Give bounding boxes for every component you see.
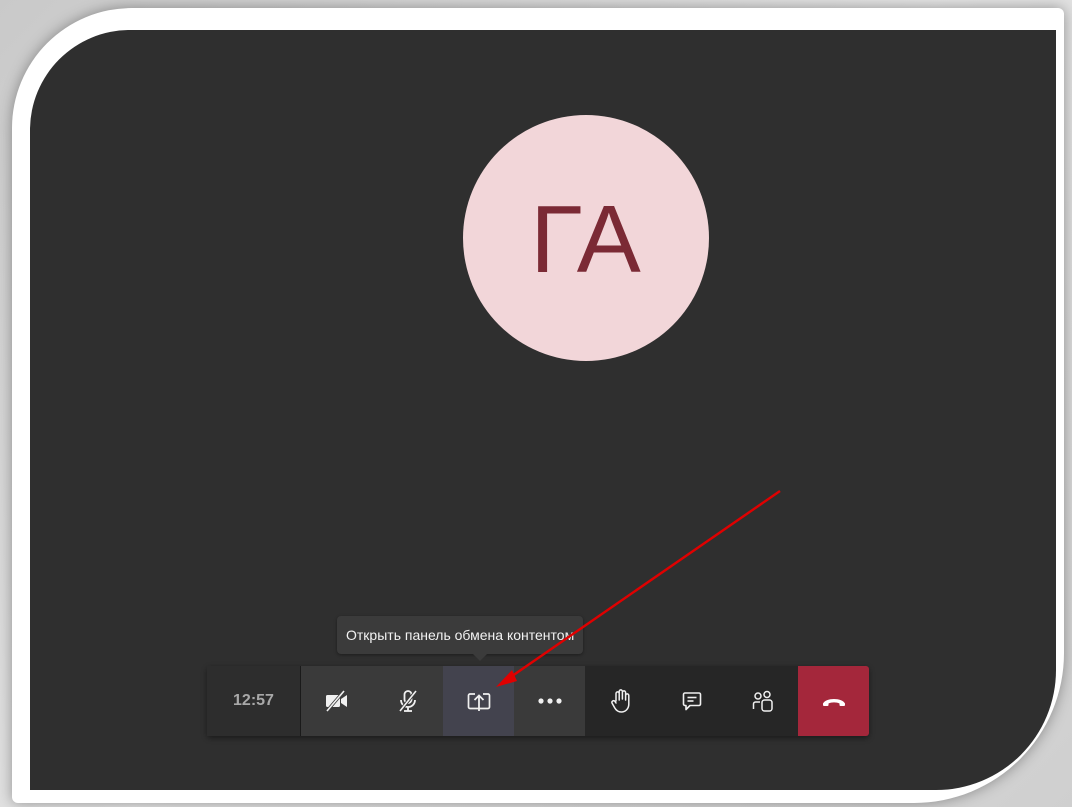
participants-button[interactable] — [727, 666, 798, 736]
hang-up-button[interactable] — [798, 666, 869, 736]
chat-button[interactable] — [656, 666, 727, 736]
call-controls-toolbar: 12:57 — [207, 666, 869, 736]
share-screen-icon — [467, 690, 491, 712]
mic-toggle-button[interactable] — [372, 666, 443, 736]
chat-icon — [681, 690, 703, 712]
meeting-stage: ГА Открыть панель обмена контентом 12:57 — [30, 30, 1056, 790]
raise-hand-icon — [610, 688, 632, 714]
camera-toggle-button[interactable] — [301, 666, 372, 736]
raise-hand-button[interactable] — [585, 666, 656, 736]
share-content-button[interactable] — [443, 666, 514, 736]
video-off-icon — [324, 690, 350, 712]
more-options-button[interactable] — [514, 666, 585, 736]
call-timer: 12:57 — [207, 666, 301, 736]
mic-off-icon — [396, 689, 420, 713]
participants-icon — [751, 689, 775, 713]
participant-avatar: ГА — [463, 115, 709, 361]
share-tooltip: Открыть панель обмена контентом — [337, 616, 584, 661]
avatar-initials: ГА — [530, 186, 642, 293]
more-options-icon — [537, 697, 563, 705]
hang-up-icon — [821, 694, 847, 708]
screenshot-frame: ГА Открыть панель обмена контентом 12:57 — [0, 0, 1072, 807]
